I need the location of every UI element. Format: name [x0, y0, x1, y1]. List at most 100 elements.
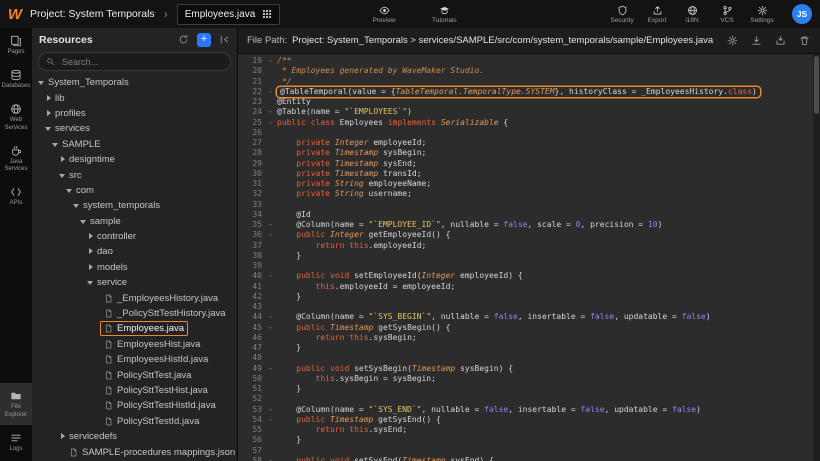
topbar-item-export[interactable]: Export: [645, 5, 669, 24]
code-line-23[interactable]: 23@Entity: [237, 97, 820, 107]
tree-item-employeeshistid-java[interactable]: EmployeesHistId.java: [32, 352, 237, 367]
tree-item-services[interactable]: services: [32, 121, 237, 136]
code-line-41[interactable]: 41 this.employeeId = employeeId;: [237, 282, 820, 292]
code-line-58[interactable]: 58- public void setSysEnd(Timestamp sysE…: [237, 456, 820, 461]
code-line-24[interactable]: 24-@Table(name = "`EMPLOYEES`"): [237, 107, 820, 117]
topbar-item-tutorials[interactable]: Tutorials: [432, 5, 457, 24]
add-resource-button[interactable]: +: [197, 33, 211, 47]
code-line-45[interactable]: 45- public Timestamp getSysBegin() {: [237, 323, 820, 333]
activity-item-web-services[interactable]: Web Services: [0, 96, 32, 137]
code-line-28[interactable]: 28 private Timestamp sysBegin;: [237, 148, 820, 158]
fold-marker-icon[interactable]: -: [264, 107, 277, 117]
fold-marker-icon[interactable]: -: [264, 312, 277, 322]
code-line-48[interactable]: 48: [237, 353, 820, 363]
caret-down-icon[interactable]: [58, 171, 66, 179]
code-line-52[interactable]: 52: [237, 394, 820, 404]
fold-marker-icon[interactable]: -: [264, 118, 277, 128]
code-line-51[interactable]: 51 }: [237, 384, 820, 394]
code-line-57[interactable]: 57: [237, 446, 820, 456]
code-line-34[interactable]: 34 @Id: [237, 210, 820, 220]
user-avatar[interactable]: JS: [792, 4, 812, 24]
wavemaker-logo[interactable]: W: [0, 0, 30, 28]
tree-item-policystttesthistid-java[interactable]: PolicySttTestHistId.java: [32, 398, 237, 413]
activity-item-file-explorer[interactable]: File Explorer: [0, 383, 32, 424]
caret-right-icon[interactable]: [44, 94, 52, 102]
vertical-scrollbar[interactable]: [813, 54, 820, 461]
settings-icon[interactable]: [727, 35, 738, 46]
tree-item-src[interactable]: src: [32, 167, 237, 182]
tree-item-service[interactable]: service: [32, 275, 237, 290]
activity-item-logs[interactable]: Logs: [0, 425, 32, 459]
tree-item-policystttest-java[interactable]: PolicySttTest.java: [32, 367, 237, 382]
fold-marker-icon[interactable]: -: [264, 56, 277, 66]
search-box[interactable]: [38, 52, 231, 71]
code-line-35[interactable]: 35- @Column(name = "`EMPLOYEE_ID`", null…: [237, 220, 820, 230]
caret-right-icon[interactable]: [44, 109, 52, 117]
delete-icon[interactable]: [799, 35, 810, 46]
code-line-19[interactable]: 19-/**: [237, 56, 820, 66]
caret-down-icon[interactable]: [37, 79, 45, 87]
fold-marker-icon[interactable]: -: [264, 415, 277, 425]
code-line-29[interactable]: 29 private Timestamp sysEnd;: [237, 159, 820, 169]
tree-item-designtime[interactable]: designtime: [32, 152, 237, 167]
tree-item-models[interactable]: models: [32, 260, 237, 275]
tree-item-profiles[interactable]: profiles: [32, 106, 237, 121]
topbar-item-vcs[interactable]: VCS: [715, 5, 739, 24]
fold-marker-icon[interactable]: -: [264, 323, 277, 333]
code-line-37[interactable]: 37 return this.employeeId;: [237, 241, 820, 251]
tree-item-policystttesthistory-java[interactable]: _PolicySttTestHistory.java: [32, 306, 237, 321]
code-line-21[interactable]: 21 */: [237, 77, 820, 87]
import-icon[interactable]: [775, 35, 786, 46]
code-line-46[interactable]: 46 return this.sysBegin;: [237, 333, 820, 343]
file-tab[interactable]: Employees.java: [177, 4, 281, 25]
topbar-item-i18n[interactable]: i18N: [680, 5, 704, 24]
tree-item-lib[interactable]: lib: [32, 90, 237, 105]
code-line-31[interactable]: 31 private String employeeName;: [237, 179, 820, 189]
search-input[interactable]: [60, 56, 223, 68]
caret-down-icon[interactable]: [65, 186, 73, 194]
code-line-20[interactable]: 20 * Employees generated by WaveMaker St…: [237, 66, 820, 76]
code-line-53[interactable]: 53- @Column(name = "`SYS_END`", nullable…: [237, 405, 820, 415]
scrollbar-thumb[interactable]: [814, 56, 819, 114]
code-line-38[interactable]: 38 }: [237, 251, 820, 261]
tree-item-controller[interactable]: controller: [32, 229, 237, 244]
refresh-icon[interactable]: [178, 34, 189, 45]
tree-item-employeeshist-java[interactable]: EmployeesHist.java: [32, 337, 237, 352]
tree-item-sample[interactable]: SAMPLE: [32, 137, 237, 152]
activity-item-apis[interactable]: APIs: [0, 179, 32, 213]
topbar-item-preview[interactable]: Preview: [372, 5, 396, 24]
code-line-22[interactable]: 22-@TableTemporal(value = {TableTemporal…: [237, 87, 820, 97]
code-line-56[interactable]: 56 }: [237, 435, 820, 445]
code-line-40[interactable]: 40- public void setEmployeeId(Integer em…: [237, 271, 820, 281]
code-line-43[interactable]: 43: [237, 302, 820, 312]
activity-item-java-services[interactable]: Java Services: [0, 138, 32, 179]
caret-down-icon[interactable]: [51, 140, 59, 148]
tree-item-policystttesthist-java[interactable]: PolicySttTestHist.java: [32, 383, 237, 398]
tree-item-system-temporals[interactable]: system_temporals: [32, 198, 237, 213]
caret-right-icon[interactable]: [86, 233, 94, 241]
tree-item-employees-java[interactable]: Employees.java: [32, 321, 237, 336]
code-editor[interactable]: 19-/**20 * Employees generated by WaveMa…: [237, 54, 820, 461]
code-line-50[interactable]: 50 this.sysBegin = sysBegin;: [237, 374, 820, 384]
fold-marker-icon[interactable]: -: [264, 230, 277, 240]
code-line-47[interactable]: 47 }: [237, 343, 820, 353]
activity-item-databases[interactable]: Databases: [0, 62, 32, 96]
code-line-26[interactable]: 26: [237, 128, 820, 138]
code-line-32[interactable]: 32 private String username;: [237, 189, 820, 199]
code-line-49[interactable]: 49- public void setSysBegin(Timestamp sy…: [237, 364, 820, 374]
topbar-item-security[interactable]: Security: [610, 5, 634, 24]
code-line-42[interactable]: 42 }: [237, 292, 820, 302]
tree-item-employeeshistory-java[interactable]: _EmployeesHistory.java: [32, 290, 237, 305]
caret-down-icon[interactable]: [79, 217, 87, 225]
fold-marker-icon[interactable]: -: [264, 87, 277, 97]
code-line-30[interactable]: 30 private Timestamp transId;: [237, 169, 820, 179]
caret-right-icon[interactable]: [58, 156, 66, 164]
code-line-36[interactable]: 36- public Integer getEmployeeId() {: [237, 230, 820, 240]
tree-item-system-temporals[interactable]: System_Temporals: [32, 75, 237, 90]
apps-grid-icon[interactable]: [262, 9, 272, 19]
fold-marker-icon[interactable]: -: [264, 220, 277, 230]
caret-down-icon[interactable]: [86, 279, 94, 287]
fold-marker-icon[interactable]: -: [264, 405, 277, 415]
caret-down-icon[interactable]: [72, 202, 80, 210]
collapse-panel-icon[interactable]: [219, 34, 230, 45]
